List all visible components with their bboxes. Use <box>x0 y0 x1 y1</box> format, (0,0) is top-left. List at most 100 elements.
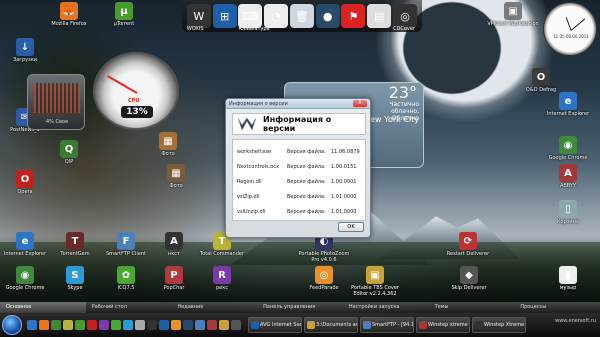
desktop-icon-label: µTorrent <box>113 21 135 27</box>
app-icon: ▦ <box>167 164 185 182</box>
desktop-icon[interactable]: F SmartFTP Client <box>99 232 153 257</box>
quick-launch-icon[interactable] <box>195 320 205 330</box>
desktop-icon[interactable]: T TorrentGem <box>48 232 102 257</box>
quick-launch-icon[interactable] <box>171 320 181 330</box>
dialog-heading: Информация о версии <box>263 115 332 133</box>
quick-launch-icon[interactable] <box>75 320 85 330</box>
quick-launch-icon[interactable] <box>183 320 193 330</box>
quick-launch-icon[interactable] <box>51 320 61 330</box>
cpu-value: 13% <box>121 106 153 118</box>
taskbar-button[interactable]: 3:\Documents and S... <box>304 317 358 333</box>
taskbar-button[interactable]: AVG Internet Securit... <box>248 317 302 333</box>
panel-tab[interactable]: Настройки запуска <box>343 302 429 313</box>
desktop-icon-label: FeedParade <box>309 285 339 291</box>
taskbar-button[interactable]: SmartFTP - [94.198.2... <box>360 317 414 333</box>
desktop-icon-label: Internet Explorer <box>3 251 47 257</box>
app-icon: ▮ <box>559 266 577 284</box>
desktop-icon[interactable]: e Internet Explorer <box>0 232 52 257</box>
taskbar-button[interactable]: Winstep Xtreme 11.6... <box>472 317 526 333</box>
dock-item-icon: ⚑ <box>341 4 366 28</box>
desktop-icon-label: Google Chrome <box>548 155 588 161</box>
version-key: Версия файла: <box>287 193 326 200</box>
close-button[interactable]: X <box>353 100 367 107</box>
quick-launch-icon[interactable] <box>207 320 217 330</box>
dock-item-icon: ▤ <box>367 4 392 28</box>
dock-item[interactable]: ⚑ <box>341 4 366 28</box>
tray-text: www.enersoft.ru <box>555 318 596 324</box>
desktop-icon[interactable]: P PopChar <box>147 266 201 291</box>
app-icon: ◉ <box>16 266 34 284</box>
desktop-icon[interactable]: ◉ Google Chrome <box>0 266 52 291</box>
quick-launch-icon[interactable] <box>111 320 121 330</box>
desktop-icon[interactable]: ▦ Фото <box>149 164 203 189</box>
desktop-icon[interactable]: ▯ Корзина <box>541 200 595 225</box>
panel-tab[interactable]: Темы <box>429 302 515 313</box>
panel-tab[interactable]: Панель управления <box>257 302 343 313</box>
panel-tab[interactable]: Рабочий стол <box>86 302 172 313</box>
panel-tab[interactable]: Основное <box>0 302 86 313</box>
dock-item[interactable]: ⊞ <box>212 4 237 28</box>
desktop-icon[interactable]: ▣ VMware Workstation <box>486 2 540 27</box>
dock-item-icon: ● <box>315 4 340 28</box>
panel-tab[interactable]: Недавние <box>171 302 257 313</box>
task-label: AVG Internet Securit... <box>260 322 301 328</box>
desktop-icon[interactable]: Aнкст <box>147 232 201 257</box>
panel-tabbar: Основное Рабочий стол Недавние Панель управ… <box>0 302 600 313</box>
desktop-icon[interactable]: µ µTorrent <box>97 2 151 27</box>
clock-gadget[interactable]: 11:35 00.00.2011 <box>543 2 597 56</box>
quick-launch-icon[interactable] <box>147 320 157 330</box>
ok-button[interactable]: OK <box>338 222 364 232</box>
desktop-icon[interactable]: Q QIP <box>42 140 96 165</box>
desktop-icon[interactable]: ◎ FeedParade <box>297 266 351 291</box>
desktop-icon[interactable]: 🦊 Mozilla Firefox <box>42 2 96 27</box>
desktop-icon[interactable]: ✿ ICQ7.5 <box>99 266 153 291</box>
cpu-gauge-gadget[interactable]: 4% Свое CPU 13% <box>27 52 187 130</box>
quick-launch-icon[interactable] <box>99 320 109 330</box>
desktop-icon[interactable]: S Skype <box>48 266 102 291</box>
dock-item[interactable]: ● <box>315 4 340 28</box>
desktop-icon[interactable]: ▮ музыр <box>541 266 595 291</box>
desktop-icon[interactable]: O Opera <box>0 170 52 195</box>
dialog-title: Информация о версии <box>229 100 288 107</box>
dock-item[interactable]: ◎ CDCover <box>393 4 417 32</box>
desktop-icon-label: Portable TBS Cover Editor v2.2.4.362 <box>350 285 399 297</box>
quick-launch-icon[interactable] <box>63 320 73 330</box>
taskbar-button[interactable]: Winstep xtreme v 11... <box>416 317 470 333</box>
quick-launch-icon[interactable] <box>219 320 229 330</box>
weather-temperature: 23° <box>388 83 417 102</box>
dock-item[interactable]: W WOXIS <box>186 4 211 32</box>
desktop-icon-label: Total Commander <box>199 251 245 257</box>
dock-item[interactable]: ⌨ Клавиатура <box>238 4 270 32</box>
app-icon: A <box>559 164 577 182</box>
dock-item[interactable]: ◔ <box>264 4 289 28</box>
dock-item[interactable]: 🗑 <box>289 4 314 28</box>
quick-launch-icon[interactable] <box>231 320 241 330</box>
desktop-icon[interactable]: ◉ Google Chrome <box>541 136 595 161</box>
desktop-icon-label: музыр <box>559 285 577 291</box>
desktop-icon[interactable]: ⟳ Restart Deliverer <box>441 232 495 257</box>
version-row: vsiUnzip.dll Версия файла: 1.01.0000 <box>237 204 361 219</box>
desktop-icon-label: TorrentGem <box>60 251 90 257</box>
desktop-icon[interactable]: e Internet Explorer <box>541 92 595 117</box>
desktop-icon[interactable]: ▦ Фото <box>141 132 195 157</box>
version-value: 1.01.0000 <box>331 193 357 200</box>
version-value: 1.01.0000 <box>331 208 357 215</box>
desktop-icon[interactable]: ▣ Portable TBS Cover Editor v2.2.4.362 <box>348 266 402 297</box>
dialog-header: Информация о версии <box>232 113 366 135</box>
panel-tab[interactable]: Процессы <box>514 302 600 313</box>
desktop-icon[interactable]: ◆ Skip Deliverer <box>442 266 496 291</box>
quick-launch-icon[interactable] <box>135 320 145 330</box>
dock-item[interactable]: ▤ <box>367 4 392 28</box>
desktop-icon-label: Skype <box>67 285 83 291</box>
desktop-icon[interactable]: O O&O Defrag <box>514 68 568 93</box>
quick-launch-icon[interactable] <box>27 320 37 330</box>
desktop-icon[interactable]: A ABBYY <box>541 164 595 189</box>
quick-launch-icon[interactable] <box>123 320 133 330</box>
quick-launch-icon[interactable] <box>159 320 169 330</box>
quick-launch-icon[interactable] <box>87 320 97 330</box>
app-icon: ▦ <box>159 132 177 150</box>
quick-launch-icon[interactable] <box>39 320 49 330</box>
desktop-icon[interactable]: Rрекс <box>195 266 249 291</box>
dialog-titlebar[interactable]: Информация о версии X <box>226 99 370 109</box>
start-button[interactable] <box>2 315 22 335</box>
